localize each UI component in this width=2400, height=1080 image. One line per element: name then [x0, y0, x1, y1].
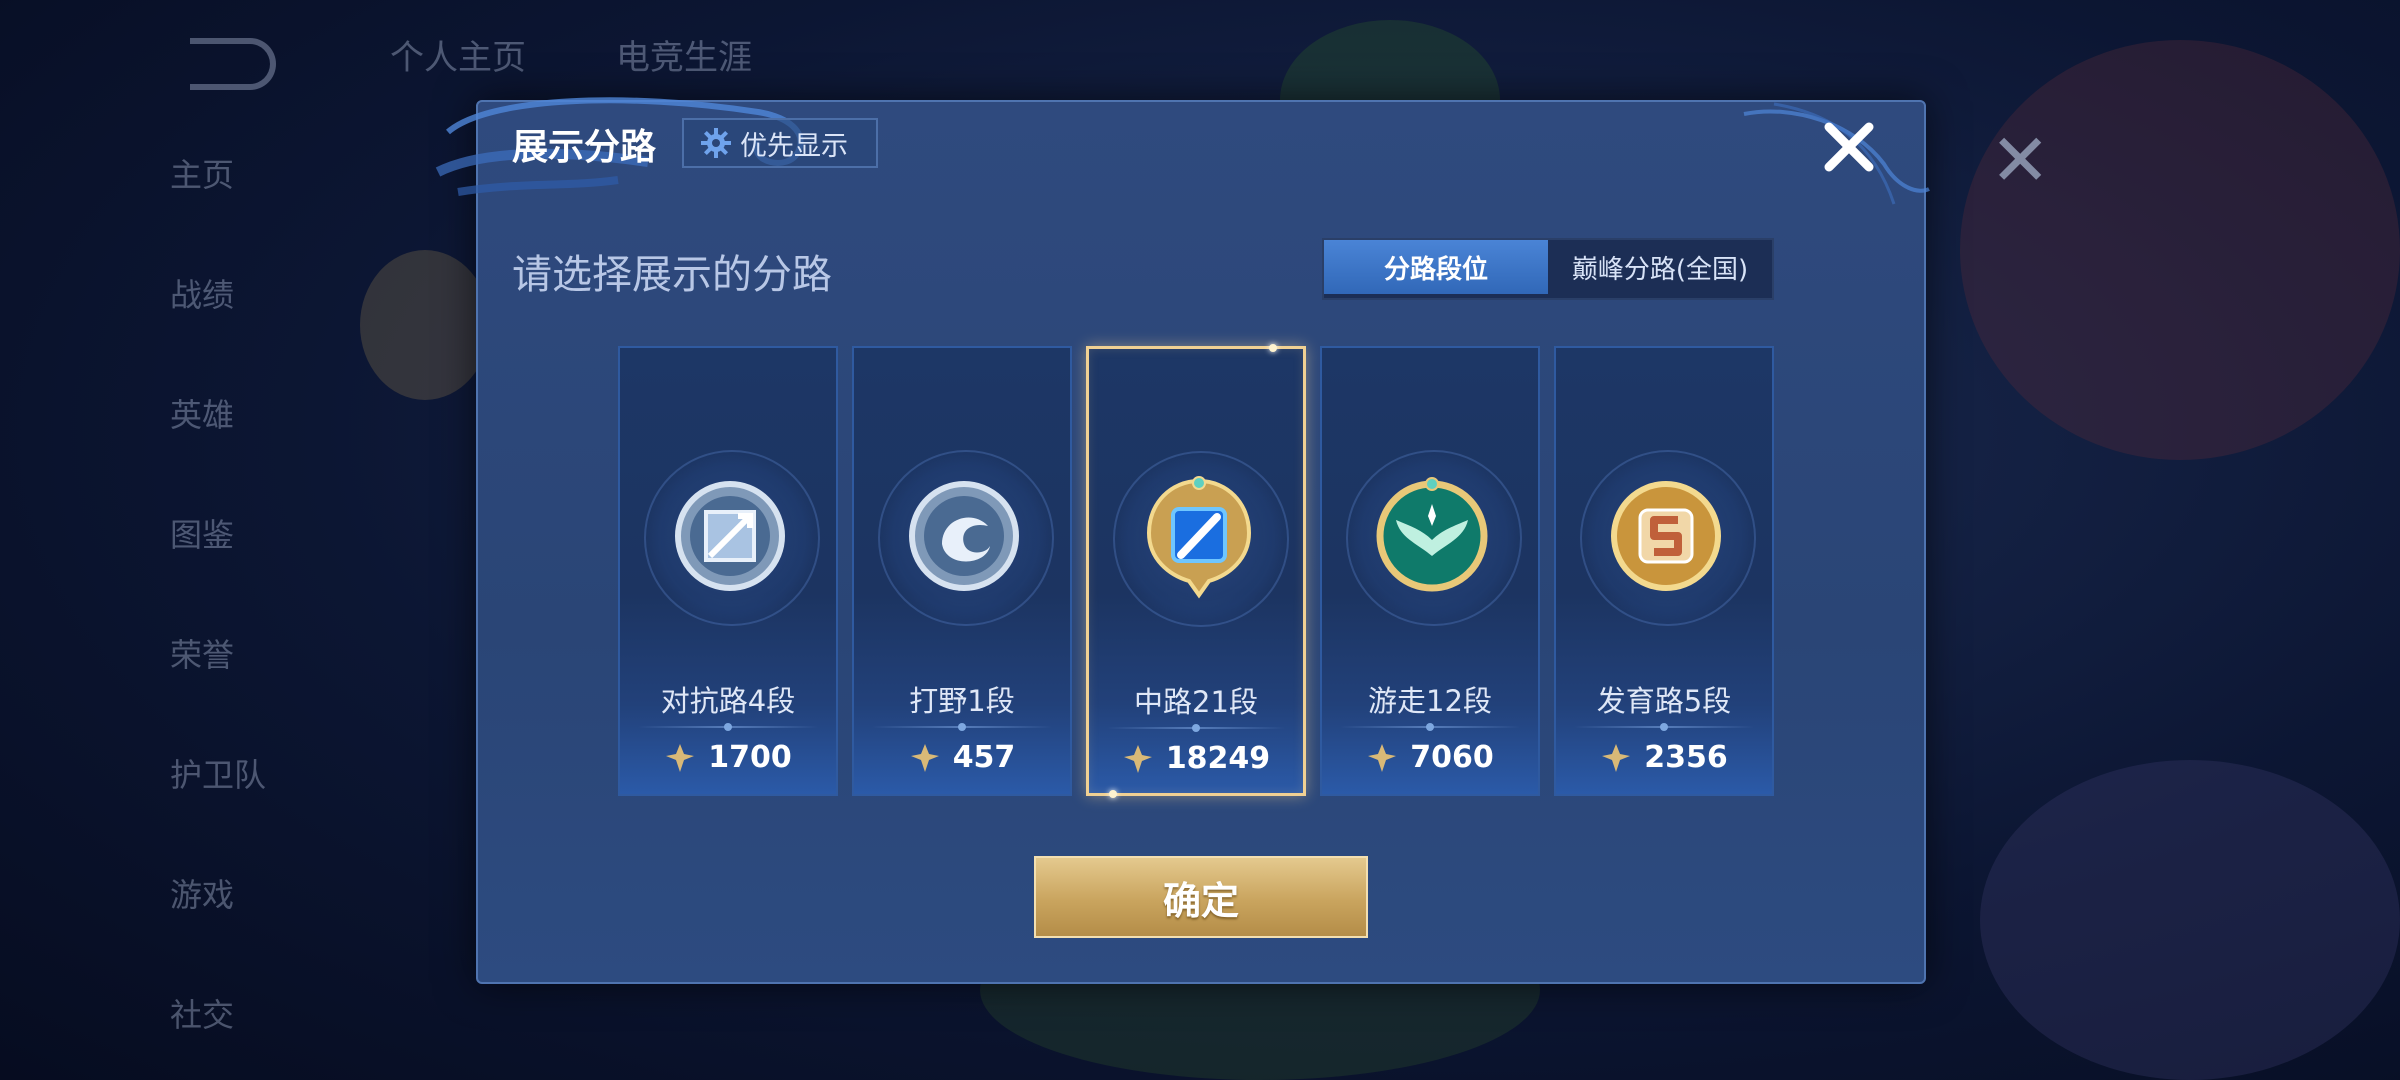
avatar [360, 250, 490, 400]
gear-icon [701, 128, 731, 158]
bg-sidebar-item: 英雄 [170, 396, 235, 434]
card-divider [1340, 723, 1520, 731]
lane-rank-label: 发育路5段 [1596, 684, 1732, 718]
bg-sidebar-item: 护卫队 [170, 756, 267, 794]
back-icon [190, 38, 276, 90]
card-divider [638, 723, 818, 731]
confirm-button[interactable]: 确定 [1034, 856, 1368, 938]
lane-rank-label: 打野1段 [909, 684, 1015, 718]
lane-card-jungle[interactable]: 打野1段 457 [852, 346, 1072, 796]
lane-points-value: 1700 [708, 740, 792, 775]
rank-points-icon [910, 743, 939, 772]
priority-display-label: 优先显示 [740, 130, 848, 162]
rank-type-segmented-control: 分路段位 巅峰分路(全国) [1322, 238, 1774, 300]
background-sidebar: 主页 战绩 英雄 图鉴 荣誉 护卫队 游戏 社交 [170, 150, 266, 1034]
close-button[interactable] [1814, 112, 1884, 182]
bg-tab-profile: 个人主页 [390, 38, 526, 78]
rank-points-icon [1123, 744, 1152, 773]
silver-dragon-emblem-icon [909, 481, 1019, 591]
background-tabs: 个人主页 电竞生涯 [390, 30, 752, 79]
lane-points-value: 7060 [1410, 740, 1494, 775]
bg-tab-esports: 电竞生涯 [616, 38, 752, 78]
bg-sidebar-item: 战绩 [170, 276, 235, 314]
bg-sidebar-item: 图鉴 [170, 516, 235, 554]
lane-display-dialog: 展示分路 优先显示 请选择展示的分路 分路段位 巅峰分路(全国) 对抗路4段 1… [435, 97, 1930, 984]
background-close-icon[interactable]: ✕ [1990, 118, 2050, 202]
bg-sidebar-item: 荣誉 [170, 636, 235, 674]
gold-blue-crest-emblem-icon [1146, 476, 1252, 599]
green-wings-emblem-icon [1376, 477, 1488, 592]
lane-points: 1700 [620, 740, 836, 775]
lane-points-value: 457 [952, 740, 1016, 775]
lane-rank-label: 中路21段 [1134, 685, 1258, 719]
lane-points-value: 18249 [1165, 741, 1271, 776]
bg-sidebar-item: 游戏 [170, 876, 235, 914]
bg-sidebar-item: 主页 [170, 156, 235, 194]
silver-sword-emblem-icon [675, 481, 785, 591]
dialog-title: 展示分路 [512, 127, 657, 168]
corner-sparkle [1269, 344, 1277, 352]
rank-points-icon [1602, 743, 1631, 772]
lane-points: 7060 [1322, 740, 1538, 775]
lane-card-top[interactable]: 对抗路4段 1700 [618, 346, 838, 796]
hero-art-decoration [1960, 40, 2400, 460]
lane-card-roam[interactable]: 游走12段 7060 [1320, 346, 1540, 796]
lane-card-adc[interactable]: 发育路5段 2356 [1554, 346, 1774, 796]
dialog-subtitle: 请选择展示的分路 [512, 252, 832, 298]
bg-sidebar-item: 社交 [170, 996, 235, 1034]
lane-points-value: 2356 [1644, 740, 1728, 775]
tab-peak-lane-national[interactable]: 巅峰分路(全国) [1548, 240, 1772, 294]
hero-art-decoration [1980, 760, 2400, 1080]
lane-points: 18249 [1089, 741, 1303, 776]
gold-s-emblem-icon [1611, 481, 1721, 591]
rank-points-icon [1368, 743, 1397, 772]
rank-points-icon [666, 743, 695, 772]
lane-points: 2356 [1556, 740, 1772, 775]
card-divider [1574, 723, 1754, 731]
tab-lane-rank[interactable]: 分路段位 [1324, 240, 1548, 294]
close-icon [1824, 122, 1874, 172]
lane-rank-label: 游走12段 [1368, 684, 1492, 718]
card-divider [1107, 724, 1285, 732]
card-divider [872, 723, 1052, 731]
corner-sparkle [1109, 790, 1117, 798]
lane-card-mid[interactable]: 中路21段 18249 [1086, 344, 1306, 798]
lane-points: 457 [854, 740, 1070, 775]
lane-card-list: 对抗路4段 1700 打野1段 457 中路21段 18249 游走12段 70… [618, 344, 1774, 798]
priority-display-button[interactable]: 优先显示 [682, 118, 878, 168]
lane-rank-label: 对抗路4段 [660, 684, 796, 718]
